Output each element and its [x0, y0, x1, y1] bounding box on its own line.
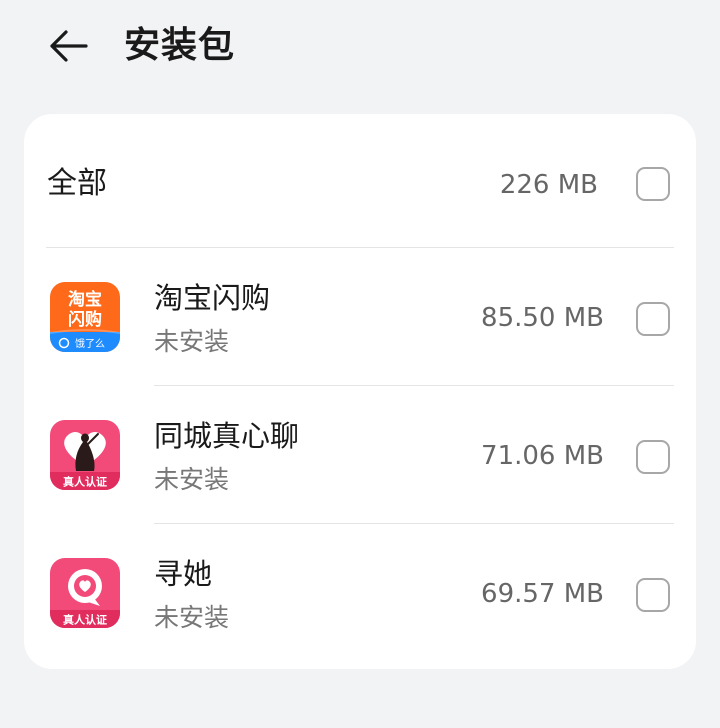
app-icon-text: 真人认证 — [63, 475, 107, 489]
app-checkbox[interactable] — [636, 302, 670, 336]
app-size: 69.57 MB — [481, 579, 604, 609]
app-name: 同城真心聊 — [154, 419, 300, 453]
app-status: 未安装 — [154, 327, 230, 356]
app-row-taobao-shangou[interactable]: 淘宝 闪购 饿了么 淘宝闪购 未安装 85.50 MB — [24, 250, 696, 388]
app-name: 寻她 — [154, 557, 213, 591]
tongcheng-zhenxinliao-app-icon: 真人认证 — [50, 420, 120, 490]
app-status: 未安装 — [154, 603, 230, 632]
app-row-tongcheng-zhenxinliao[interactable]: 真人认证 同城真心聊 未安装 71.06 MB — [24, 388, 696, 526]
xunta-app-icon: 真人认证 — [50, 558, 120, 628]
select-all-row[interactable]: 全部 226 MB — [24, 114, 696, 247]
app-name: 淘宝闪购 — [154, 281, 271, 315]
app-row-xunta[interactable]: 真人认证 寻她 未安装 69.57 MB — [24, 526, 696, 664]
package-list-card: 全部 226 MB 淘宝 闪购 饿了么 淘宝闪购 未安装 85.50 MB 真人… — [24, 114, 696, 669]
app-icon-text: 真人认证 — [63, 613, 107, 627]
total-size: 226 MB — [499, 170, 598, 200]
app-size: 85.50 MB — [481, 303, 604, 333]
app-checkbox[interactable] — [636, 578, 670, 612]
back-button[interactable] — [40, 22, 96, 70]
select-all-label: 全部 — [47, 166, 107, 201]
app-checkbox[interactable] — [636, 440, 670, 474]
header-bar: 安装包 — [0, 0, 720, 96]
app-icon-text: 闪购 — [68, 309, 102, 330]
taobao-shangou-app-icon: 淘宝 闪购 饿了么 — [50, 282, 120, 352]
app-icon-text: 饿了么 — [75, 338, 105, 350]
page-title: 安装包 — [124, 25, 236, 66]
divider — [154, 523, 674, 524]
select-all-checkbox[interactable] — [636, 167, 670, 201]
arrow-left-icon — [50, 30, 88, 62]
divider — [154, 385, 674, 386]
app-size: 71.06 MB — [481, 441, 604, 471]
divider — [46, 247, 674, 248]
app-icon-text: 淘宝 — [68, 289, 102, 310]
app-status: 未安装 — [154, 465, 230, 494]
